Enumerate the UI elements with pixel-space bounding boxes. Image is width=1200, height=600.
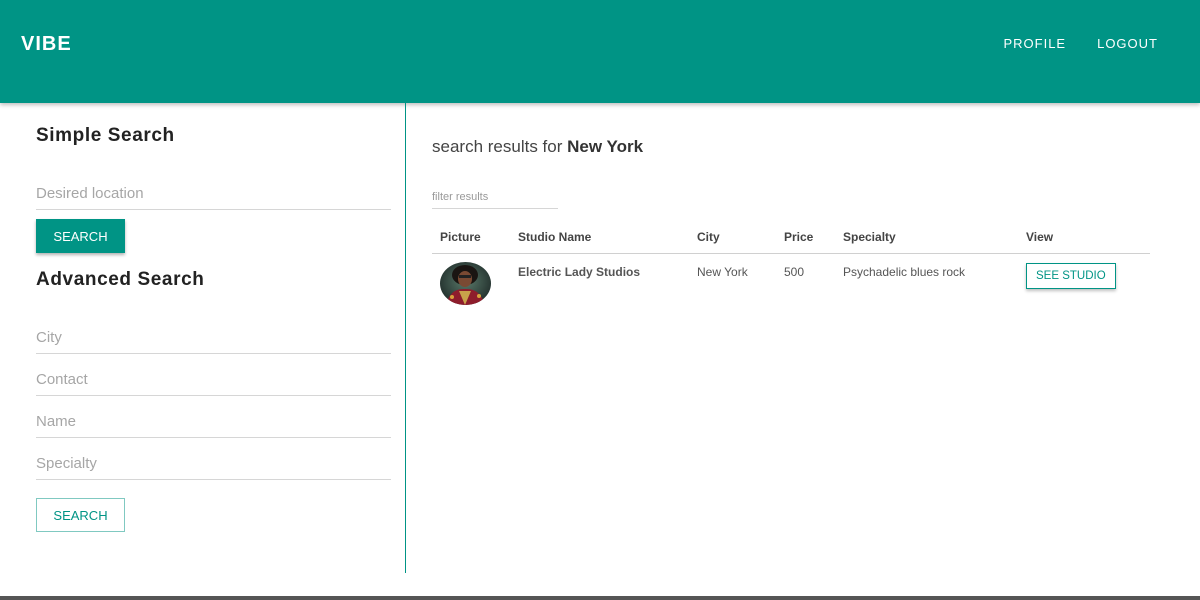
column-header-view: View	[1018, 222, 1150, 254]
top-nav: PROFILE LOGOUT	[1003, 36, 1158, 51]
simple-search-title: Simple Search	[36, 125, 175, 146]
price-cell: 500	[784, 264, 805, 279]
column-header-studio-name: Studio Name	[510, 222, 689, 254]
column-header-price: Price	[776, 222, 835, 254]
filter-results-input[interactable]	[432, 185, 558, 209]
city-input[interactable]	[36, 322, 391, 354]
brand-logo[interactable]: VIBE	[21, 33, 72, 56]
column-header-picture: Picture	[432, 222, 510, 254]
results-heading: search results for New York	[432, 137, 643, 157]
table-row: Electric Lady Studios New York 500 Psych…	[432, 253, 1150, 315]
logout-link[interactable]: LOGOUT	[1097, 36, 1158, 51]
bottom-divider	[0, 596, 1200, 600]
desired-location-input[interactable]	[36, 178, 391, 210]
column-header-city: City	[689, 222, 776, 254]
city-cell: New York	[697, 264, 748, 279]
specialty-input[interactable]	[36, 448, 391, 480]
specialty-cell: Psychadelic blues rock	[843, 264, 966, 279]
name-input[interactable]	[36, 406, 391, 438]
view-cell: SEE STUDIO	[1018, 253, 1150, 315]
results-query: New York	[567, 137, 644, 156]
advanced-search-button[interactable]: SEARCH	[36, 498, 125, 532]
simple-search-button[interactable]: SEARCH	[36, 219, 125, 253]
table-header-row: Picture Studio Name City Price Specialty…	[432, 222, 1150, 254]
profile-link[interactable]: PROFILE	[1003, 36, 1066, 51]
advanced-search-title: Advanced Search	[36, 269, 205, 290]
studio-name-cell: Electric Lady Studios	[518, 264, 641, 279]
top-app-bar: VIBE PROFILE LOGOUT	[0, 0, 1200, 103]
picture-cell	[432, 253, 510, 315]
studio-avatar	[440, 261, 491, 305]
see-studio-button[interactable]: SEE STUDIO	[1026, 262, 1116, 289]
column-header-specialty: Specialty	[835, 222, 1018, 254]
contact-input[interactable]	[36, 364, 391, 396]
results-table: Picture Studio Name City Price Specialty…	[432, 222, 1150, 315]
search-sidebar: Simple Search SEARCH Advanced Search SEA…	[0, 103, 406, 573]
results-prefix: search results for	[432, 137, 563, 156]
